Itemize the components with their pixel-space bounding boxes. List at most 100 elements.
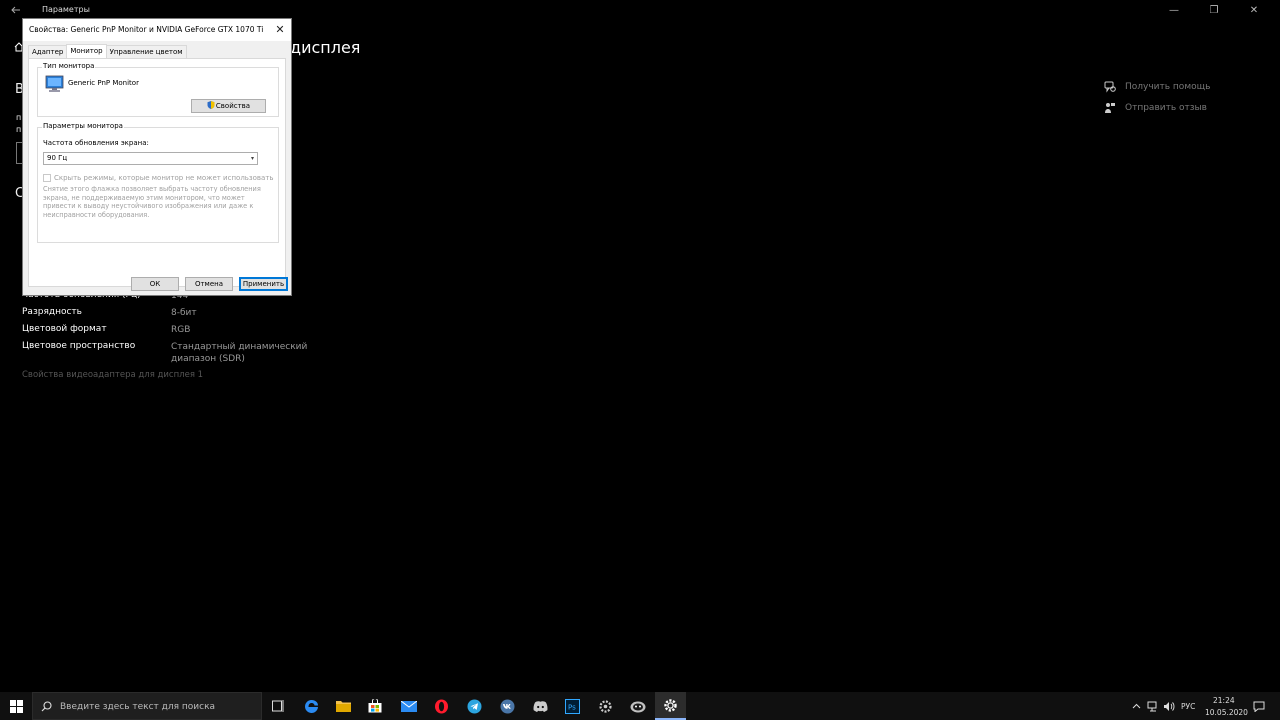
edge-icon: [304, 699, 318, 713]
peek-text-1: п: [16, 113, 22, 122]
store-button[interactable]: [359, 692, 391, 720]
monitor-type-title: Тип монитора: [42, 62, 96, 70]
prop-key: Цветовое пространство: [22, 341, 136, 351]
hide-modes-label: Скрыть режимы, которые монитор не может …: [54, 174, 274, 182]
minimize-icon: —: [1169, 5, 1179, 16]
photoshop-button[interactable]: Ps: [556, 692, 588, 720]
prop-row-color-format: Цветовой формат RGB: [22, 324, 322, 341]
discord-button[interactable]: [524, 692, 556, 720]
monitor-tab-panel: Тип монитора Generic PnP Monitor Свойств…: [28, 58, 286, 287]
clock-time[interactable]: 21:24: [1213, 696, 1235, 705]
adapter-properties-link[interactable]: Свойства видеоадаптера для дисплея 1: [22, 370, 203, 380]
telegram-icon: [467, 699, 481, 713]
vk-button[interactable]: [491, 692, 523, 720]
minimize-button[interactable]: —: [1154, 2, 1194, 20]
svg-text:Ps: Ps: [568, 703, 576, 711]
page-title: дисплея: [290, 38, 361, 57]
close-icon: ✕: [275, 23, 285, 36]
get-help-link[interactable]: Получить помощь: [1103, 77, 1210, 97]
file-explorer-button[interactable]: [327, 692, 359, 720]
uac-shield-icon: [207, 101, 215, 109]
gear-tool-icon: [598, 699, 612, 713]
settings-icon: [664, 698, 677, 712]
peek-text-2: п: [16, 125, 22, 134]
store-icon: [368, 699, 382, 713]
discord-icon: [533, 700, 547, 712]
search-placeholder: Введите здесь текст для поиска: [60, 702, 216, 712]
mail-button[interactable]: [393, 692, 425, 720]
feedback-icon: [1103, 101, 1117, 115]
send-feedback-link[interactable]: Отправить отзыв: [1103, 98, 1210, 118]
game-icon: [630, 701, 646, 713]
show-hidden-icons-button[interactable]: [1128, 692, 1144, 720]
apply-button[interactable]: Применить: [239, 277, 288, 291]
volume-icon: [1164, 701, 1175, 711]
chevron-down-icon: ▾: [250, 155, 254, 162]
edge-button[interactable]: [295, 692, 327, 720]
hide-modes-description: Снятие этого флажка позволяет выбрать ча…: [43, 185, 261, 219]
opera-button[interactable]: [425, 692, 457, 720]
windows-logo-icon: [9, 699, 23, 713]
monitor-type-group: Тип монитора Generic PnP Monitor Свойств…: [37, 62, 279, 117]
gear-tool-button[interactable]: [589, 692, 621, 720]
dialog-tabs: Адаптер Монитор Управление цветом: [28, 44, 187, 59]
photoshop-icon: Ps: [564, 698, 580, 714]
monitor-name: Generic PnP Monitor: [68, 79, 139, 87]
tray-volume-button[interactable]: [1161, 692, 1177, 720]
side-links: Получить помощь Отправить отзыв: [1103, 77, 1210, 119]
monitor-properties-dialog: Свойства: Generic PnP Monitor и NVIDIA G…: [22, 18, 292, 296]
task-view-icon: [271, 700, 283, 712]
taskbar: Введите здесь текст для поиска Ps РУС 21…: [0, 692, 1280, 720]
back-button[interactable]: [8, 3, 24, 19]
mail-icon: [401, 700, 417, 712]
dialog-title: Свойства: Generic PnP Monitor и NVIDIA G…: [29, 25, 264, 34]
tab-color-management[interactable]: Управление цветом: [105, 45, 187, 58]
start-button[interactable]: [0, 692, 32, 720]
notification-icon: [1253, 701, 1265, 712]
prop-value: RGB: [171, 325, 191, 335]
search-icon: [41, 701, 52, 712]
opera-icon: [434, 699, 448, 713]
tab-adapter[interactable]: Адаптер: [28, 45, 68, 58]
dialog-titlebar: Свойства: Generic PnP Monitor и NVIDIA G…: [23, 19, 291, 41]
maximize-icon: ❐: [1209, 5, 1219, 16]
cancel-button[interactable]: Отмена: [185, 277, 233, 291]
dialog-close-button[interactable]: ✕: [271, 21, 289, 39]
chevron-up-icon: [1132, 703, 1140, 709]
prop-row-color-space: Цветовое пространство Стандартный динами…: [22, 341, 322, 371]
refresh-rate-select[interactable]: 90 Гц ▾: [43, 152, 258, 165]
prop-key: Цветовой формат: [22, 324, 107, 334]
language-indicator[interactable]: РУС: [1181, 702, 1195, 711]
action-center-button[interactable]: [1249, 692, 1269, 720]
maximize-button[interactable]: ❐: [1194, 2, 1234, 20]
network-icon: [1147, 701, 1157, 711]
monitor-properties-label: Свойства: [215, 102, 251, 110]
display-properties: Частота обновления (Гц) 144 Разрядность …: [22, 290, 322, 371]
tray-network-button[interactable]: [1145, 692, 1161, 720]
close-window-button[interactable]: ✕: [1234, 2, 1274, 20]
monitor-settings-title: Параметры монитора: [42, 122, 124, 130]
refresh-rate-value: 90 Гц: [47, 154, 68, 162]
game-button[interactable]: [622, 692, 654, 720]
taskbar-search-box[interactable]: Введите здесь текст для поиска: [32, 692, 262, 720]
prop-key: Разрядность: [22, 307, 82, 317]
monitor-properties-button[interactable]: Свойства: [191, 99, 266, 113]
prop-row-bit-depth: Разрядность 8-бит: [22, 307, 322, 324]
monitor-icon: [45, 75, 64, 92]
app-title: Параметры: [42, 5, 90, 14]
prop-value: 8-бит: [171, 308, 197, 318]
tab-monitor[interactable]: Монитор: [66, 44, 107, 58]
vk-icon: [500, 699, 514, 713]
chat-help-icon: [1103, 80, 1117, 94]
desktop: Параметры — ❐ ✕ дисплея В п п С Получить…: [0, 0, 1280, 720]
settings-button[interactable]: [655, 692, 686, 720]
refresh-rate-label: Частота обновления экрана:: [43, 139, 149, 147]
back-arrow-icon: [11, 6, 20, 14]
telegram-button[interactable]: [458, 692, 490, 720]
ok-button[interactable]: ОК: [131, 277, 179, 291]
hide-modes-checkbox[interactable]: [43, 174, 51, 182]
task-view-button[interactable]: [262, 692, 294, 720]
clock-date[interactable]: 10.05.2020: [1205, 708, 1248, 717]
get-help-label: Получить помощь: [1125, 82, 1211, 92]
prop-value: Стандартный динамический диапазон (SDR): [171, 342, 308, 364]
